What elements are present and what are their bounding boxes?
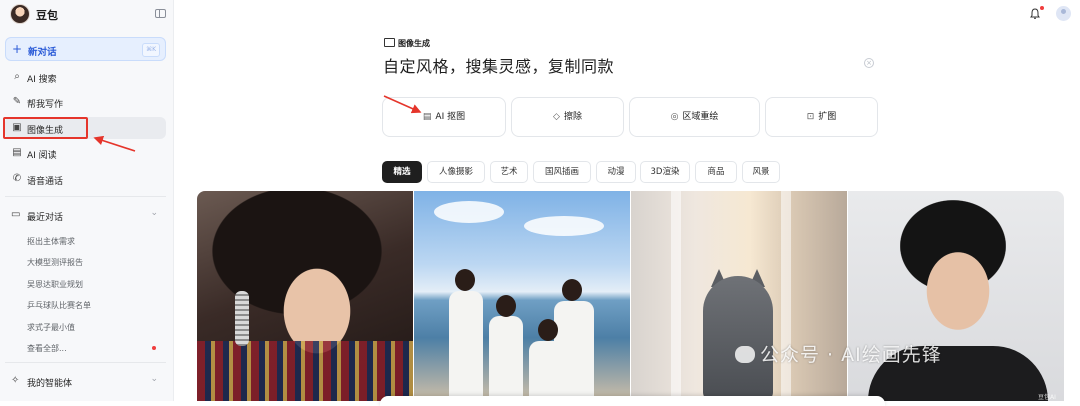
cutout-icon: ▤ xyxy=(422,112,432,122)
recent-chat-item[interactable]: 吴恩达职业规划 xyxy=(27,279,83,290)
window-frame xyxy=(671,191,681,401)
sidebar-divider xyxy=(5,362,166,363)
person-head xyxy=(562,279,582,301)
cat-statue xyxy=(703,276,773,401)
eraser-icon: ◇ xyxy=(553,112,560,122)
tool-label: 擦除 xyxy=(563,112,582,122)
image-icon xyxy=(384,38,395,47)
watermark-text: 公众号 · AI绘画先锋 xyxy=(760,344,942,366)
sidebar: 豆包 + 新对话 ⌘K ⌕ AI 搜索 ✎ 帮我写作 ▣ 图像生成 ▤ AI 阅… xyxy=(0,0,174,401)
close-icon[interactable]: × xyxy=(864,58,874,68)
recent-chat-item[interactable]: 乒乓球队比赛名单 xyxy=(27,300,91,311)
tab-anime[interactable]: 动漫 xyxy=(596,161,636,183)
recent-chat-item[interactable]: 求式子最小值 xyxy=(27,322,75,333)
book-icon: ▤ xyxy=(12,147,22,158)
expand-icon: ⊡ xyxy=(806,112,815,122)
new-chat-label: 新对话 xyxy=(28,47,57,58)
erase-button[interactable]: ◇ 擦除 xyxy=(511,97,624,137)
person xyxy=(489,316,523,401)
person-head xyxy=(538,319,558,341)
brush-icon: ◎ xyxy=(670,112,679,122)
person-head xyxy=(496,295,516,317)
pen-icon: ✎ xyxy=(12,96,22,107)
cloud xyxy=(434,201,504,223)
embroidered-cloth xyxy=(197,341,413,401)
sidebar-item-ai-reading[interactable]: ▤ AI 阅读 xyxy=(5,142,166,164)
chevron-down-icon[interactable]: ⌄ xyxy=(150,374,158,384)
person-head xyxy=(455,269,475,291)
chat-bubble-icon: ▭ xyxy=(11,209,21,220)
gallery-image-portrait-girl[interactable] xyxy=(197,191,413,401)
new-chat-button[interactable]: + 新对话 ⌘K xyxy=(5,37,166,61)
person xyxy=(529,341,567,401)
sidebar-header: 豆包 xyxy=(10,4,168,26)
tab-featured[interactable]: 精选 xyxy=(382,161,422,183)
expand-image-button[interactable]: ⊡ 扩图 xyxy=(765,97,878,137)
bell-icon[interactable] xyxy=(1029,8,1041,20)
ai-generated-tag: 豆包AI xyxy=(1038,394,1056,401)
notification-dot xyxy=(1040,6,1044,10)
sidebar-item-label: 帮我写作 xyxy=(27,100,64,110)
gallery-image-3d-cat[interactable] xyxy=(631,191,847,401)
recent-chat-item[interactable]: 抠出主体需求 xyxy=(27,236,75,247)
window-frame xyxy=(781,191,791,401)
prompt-input-bar[interactable] xyxy=(380,396,885,406)
tab-portrait[interactable]: 人像摄影 xyxy=(427,161,485,183)
sidebar-item-label: AI 阅读 xyxy=(27,151,57,161)
gallery-image-portrait-boy[interactable] xyxy=(848,191,1064,401)
sparkle-icon: ✧ xyxy=(11,375,20,386)
unread-dot xyxy=(152,346,156,350)
watermark: 公众号 · AI绘画先锋 xyxy=(735,340,942,367)
image-gallery xyxy=(197,191,1064,401)
sidebar-divider xyxy=(5,196,166,197)
sidebar-item-voice-call[interactable]: ✆ 语音通话 xyxy=(5,168,166,190)
recent-chat-item[interactable]: 大模型测评报告 xyxy=(27,257,83,268)
my-agents-header[interactable]: ✧ 我的智能体 ⌄ xyxy=(5,371,166,391)
tool-tag-label: 图像生成 xyxy=(398,39,430,48)
app-avatar[interactable] xyxy=(10,4,30,24)
sidebar-item-label: AI 搜索 xyxy=(27,75,57,85)
tab-art[interactable]: 艺术 xyxy=(490,161,528,183)
tool-label: 区域重绘 xyxy=(682,112,719,122)
annotation-highlight-box xyxy=(3,117,88,139)
chevron-down-icon[interactable]: ⌄ xyxy=(150,208,158,218)
region-redraw-button[interactable]: ◎ 区域重绘 xyxy=(629,97,760,137)
tab-3d[interactable]: 3D渲染 xyxy=(640,161,690,183)
person xyxy=(449,291,483,401)
shortcut-badge: ⌘K xyxy=(142,43,160,57)
tab-guofeng[interactable]: 国风插画 xyxy=(533,161,591,183)
tab-scenery[interactable]: 风景 xyxy=(742,161,780,183)
sidebar-item-label: 语音通话 xyxy=(27,177,64,187)
phone-icon: ✆ xyxy=(12,173,22,184)
sidebar-collapse-icon[interactable] xyxy=(155,9,166,18)
silver-earring xyxy=(235,291,249,346)
wechat-icon xyxy=(735,346,755,363)
plus-icon: + xyxy=(12,42,23,56)
cloud xyxy=(524,216,604,236)
search-icon: ⌕ xyxy=(14,71,20,82)
recent-chats-header[interactable]: ▭ 最近对话 ⌄ xyxy=(5,205,166,225)
tab-products[interactable]: 商品 xyxy=(695,161,737,183)
sidebar-item-writing[interactable]: ✎ 帮我写作 xyxy=(5,91,166,113)
tool-tag: 图像生成 xyxy=(384,38,430,49)
tool-label: 扩图 xyxy=(818,112,837,122)
section-title: 最近对话 xyxy=(27,213,64,223)
user-avatar[interactable] xyxy=(1056,6,1071,21)
section-title: 我的智能体 xyxy=(27,379,73,389)
gallery-image-beach-group[interactable] xyxy=(414,191,630,401)
app-name: 豆包 xyxy=(36,9,58,22)
tool-label: AI 抠图 xyxy=(435,112,466,122)
view-all-link[interactable]: 查看全部... xyxy=(27,343,67,354)
sidebar-item-ai-search[interactable]: ⌕ AI 搜索 xyxy=(5,66,166,88)
ai-cutout-button[interactable]: ▤ AI 抠图 xyxy=(382,97,506,137)
prompt-headline[interactable]: 自定风格，搜集灵感，复制同款 xyxy=(383,53,614,77)
